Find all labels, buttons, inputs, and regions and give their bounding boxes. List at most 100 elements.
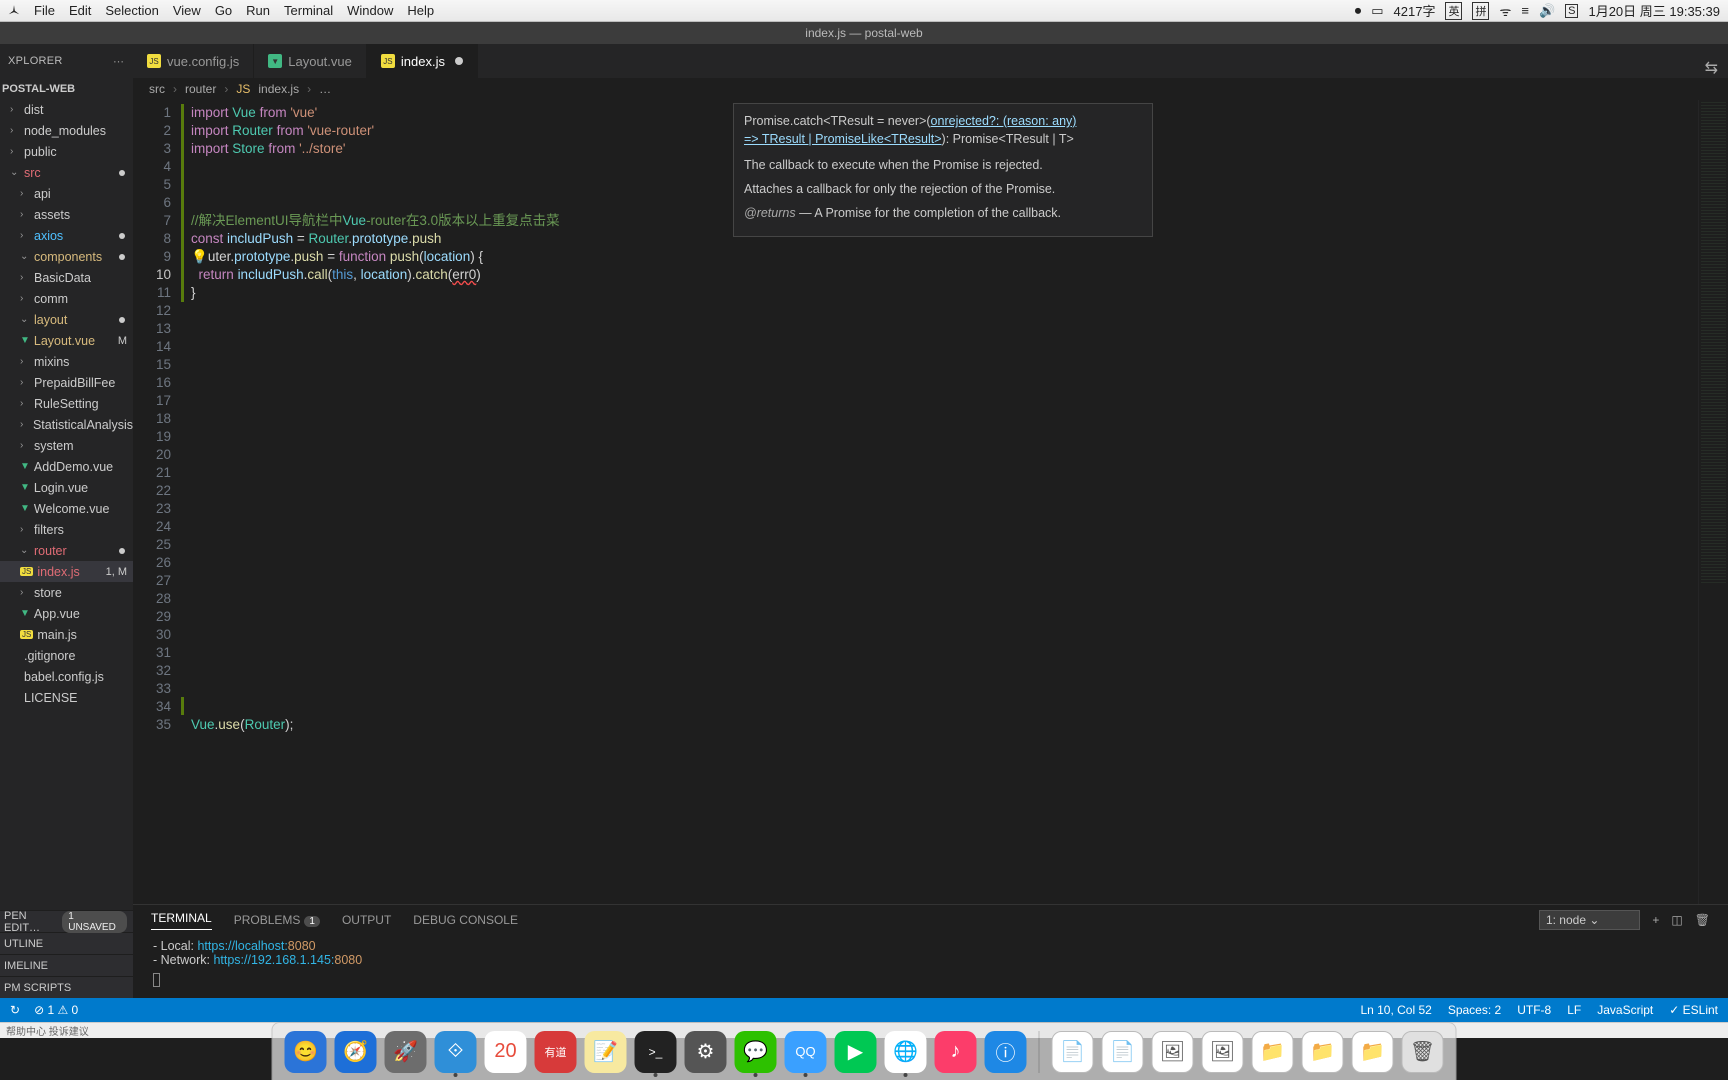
menu-selection[interactable]: Selection — [105, 3, 158, 18]
dock-item[interactable]: 📁 — [1352, 1031, 1394, 1073]
kill-terminal-icon[interactable]: 🗑 — [1695, 913, 1710, 927]
dock-item[interactable]: 📄 — [1052, 1031, 1094, 1073]
folder-item[interactable]: ›api — [0, 183, 133, 204]
tab-debug-console[interactable]: DEBUG CONSOLE — [413, 913, 518, 927]
sidebar-section[interactable]: UTLINE — [0, 932, 133, 954]
ime-indicator[interactable]: 英 — [1445, 2, 1462, 20]
dock-app-iqiyi[interactable]: ▶ — [835, 1031, 877, 1073]
folder-item[interactable]: ›comm — [0, 288, 133, 309]
menu-help[interactable]: Help — [407, 3, 434, 18]
folder-item[interactable]: ›assets — [0, 204, 133, 225]
editor-tab[interactable]: ▼Layout.vue — [254, 44, 367, 78]
menu-view[interactable]: View — [173, 3, 201, 18]
file-item[interactable]: ▼App.vue — [0, 603, 133, 624]
split-terminal-icon[interactable]: ◫ — [1671, 913, 1682, 927]
screen-icon[interactable]: ▭ — [1371, 3, 1383, 19]
dock-app-wechat[interactable]: 💬 — [735, 1031, 777, 1073]
dock-app-finder[interactable]: 😊 — [285, 1031, 327, 1073]
folder-item[interactable]: ›filters — [0, 519, 133, 540]
folder-item[interactable]: ›node_modules — [0, 120, 133, 141]
menu-window[interactable]: Window — [347, 3, 393, 18]
sync-icon[interactable]: ↻ — [10, 1003, 20, 1017]
editor-tab[interactable]: JSindex.js — [367, 44, 478, 78]
folder-item[interactable]: ›public — [0, 141, 133, 162]
file-item[interactable]: babel.config.js — [0, 666, 133, 687]
siri-icon[interactable]: S — [1565, 4, 1578, 18]
file-item[interactable]: ▼Login.vue — [0, 477, 133, 498]
tab-actions[interactable]: ⇆ — [1695, 58, 1728, 78]
dock-item[interactable]: 🖼 — [1152, 1031, 1194, 1073]
folder-item[interactable]: ⌄router — [0, 540, 133, 561]
crumb-src[interactable]: src — [149, 82, 165, 96]
terminal-output[interactable]: - Local: https://localhost:8080 - Networ… — [133, 935, 1728, 998]
screen-rec-icon[interactable]: ⏺ — [1355, 3, 1362, 19]
dock-app-calendar[interactable]: 20 — [485, 1031, 527, 1073]
tab-terminal[interactable]: TERMINAL — [151, 911, 212, 930]
dock-app-vscode[interactable]: ⟐ — [435, 1031, 477, 1073]
eslint-status[interactable]: ✓ ESLint — [1669, 1003, 1718, 1017]
encoding-status[interactable]: UTF-8 — [1517, 1003, 1551, 1017]
folder-item[interactable]: ›RuleSetting — [0, 393, 133, 414]
file-item[interactable]: LICENSE — [0, 687, 133, 708]
dock-item[interactable]: 🗑 — [1402, 1031, 1444, 1073]
dock-item[interactable]: 📁 — [1252, 1031, 1294, 1073]
volume-icon[interactable]: 🔊 — [1539, 3, 1555, 19]
dock-app-youdao[interactable]: 有道 — [535, 1031, 577, 1073]
ime-indicator-2[interactable]: 拼 — [1472, 2, 1489, 20]
clock[interactable]: 1月20日 周三 19:35:39 — [1588, 1, 1720, 20]
editor-tab[interactable]: JSvue.config.js — [133, 44, 254, 78]
menu-terminal[interactable]: Terminal — [284, 3, 333, 18]
tab-problems[interactable]: PROBLEMS1 — [234, 913, 320, 927]
explorer-more-icon[interactable]: ⋯ — [113, 55, 125, 68]
sidebar-section[interactable]: PM SCRIPTS — [0, 976, 133, 998]
menu-go[interactable]: Go — [215, 3, 232, 18]
menu-extra-icon[interactable]: ≡ — [1521, 3, 1529, 18]
file-item[interactable]: JSindex.js1, M — [0, 561, 133, 582]
apple-menu[interactable]: 🟀 — [8, 0, 20, 22]
dock-app-launchpad[interactable]: 🚀 — [385, 1031, 427, 1073]
menu-run[interactable]: Run — [246, 3, 270, 18]
lightbulb-icon[interactable]: 💡 — [191, 249, 208, 264]
dock-app-safari[interactable]: 🧭 — [335, 1031, 377, 1073]
file-item[interactable]: .gitignore — [0, 645, 133, 666]
folder-item[interactable]: ›PrepaidBillFee — [0, 372, 133, 393]
dock-item[interactable]: 📄 — [1102, 1031, 1144, 1073]
breadcrumb[interactable]: src› router› JS index.js› … — [133, 78, 1728, 100]
project-root[interactable]: POSTAL-WEB — [0, 78, 133, 99]
dock-item[interactable]: 🖼 — [1202, 1031, 1244, 1073]
file-item[interactable]: ▼Welcome.vue — [0, 498, 133, 519]
code-content[interactable]: Promise.catch<TResult = never>(onrejecte… — [181, 100, 1698, 904]
folder-item[interactable]: ›system — [0, 435, 133, 456]
file-item[interactable]: ▼AddDemo.vue — [0, 456, 133, 477]
dock-app-sysprefs[interactable]: ⚙ — [685, 1031, 727, 1073]
dock-app-qq[interactable]: QQ — [785, 1031, 827, 1073]
dock-app-info[interactable]: ⓘ — [985, 1031, 1027, 1073]
crumb-file[interactable]: index.js — [258, 82, 299, 96]
language-status[interactable]: JavaScript — [1597, 1003, 1653, 1017]
folder-item[interactable]: ›mixins — [0, 351, 133, 372]
file-item[interactable]: JSmain.js — [0, 624, 133, 645]
indent-status[interactable]: Spaces: 2 — [1448, 1003, 1501, 1017]
dock-item[interactable]: 📁 — [1302, 1031, 1344, 1073]
terminal-select[interactable]: 1: node ⌄ — [1539, 910, 1640, 930]
sidebar-section[interactable]: PEN EDIT…1 UNSAVED — [0, 910, 133, 932]
dock-app-notes[interactable]: 📝 — [585, 1031, 627, 1073]
problems-status[interactable]: ⊘ 1 ⚠ 0 — [34, 1003, 78, 1017]
folder-item[interactable]: ⌄components — [0, 246, 133, 267]
menu-edit[interactable]: Edit — [69, 3, 91, 18]
crumb-router[interactable]: router — [185, 82, 216, 96]
new-terminal-icon[interactable]: + — [1652, 913, 1659, 927]
tab-output[interactable]: OUTPUT — [342, 913, 391, 927]
folder-item[interactable]: ⌄layout — [0, 309, 133, 330]
wifi-icon[interactable]: ᯤ — [1499, 2, 1511, 20]
cursor-position[interactable]: Ln 10, Col 52 — [1360, 1003, 1431, 1017]
file-item[interactable]: ▼Layout.vueM — [0, 330, 133, 351]
folder-item[interactable]: ›StatisticalAnalysis — [0, 414, 133, 435]
dock-app-terminal[interactable]: >_ — [635, 1031, 677, 1073]
dock-app-music[interactable]: ♪ — [935, 1031, 977, 1073]
eol-status[interactable]: LF — [1567, 1003, 1581, 1017]
menu-file[interactable]: File — [34, 3, 55, 18]
dock-app-chrome[interactable]: 🌐 — [885, 1031, 927, 1073]
folder-item[interactable]: ›store — [0, 582, 133, 603]
code-editor[interactable]: 1234567891011121314151617181920212223242… — [133, 100, 1728, 904]
